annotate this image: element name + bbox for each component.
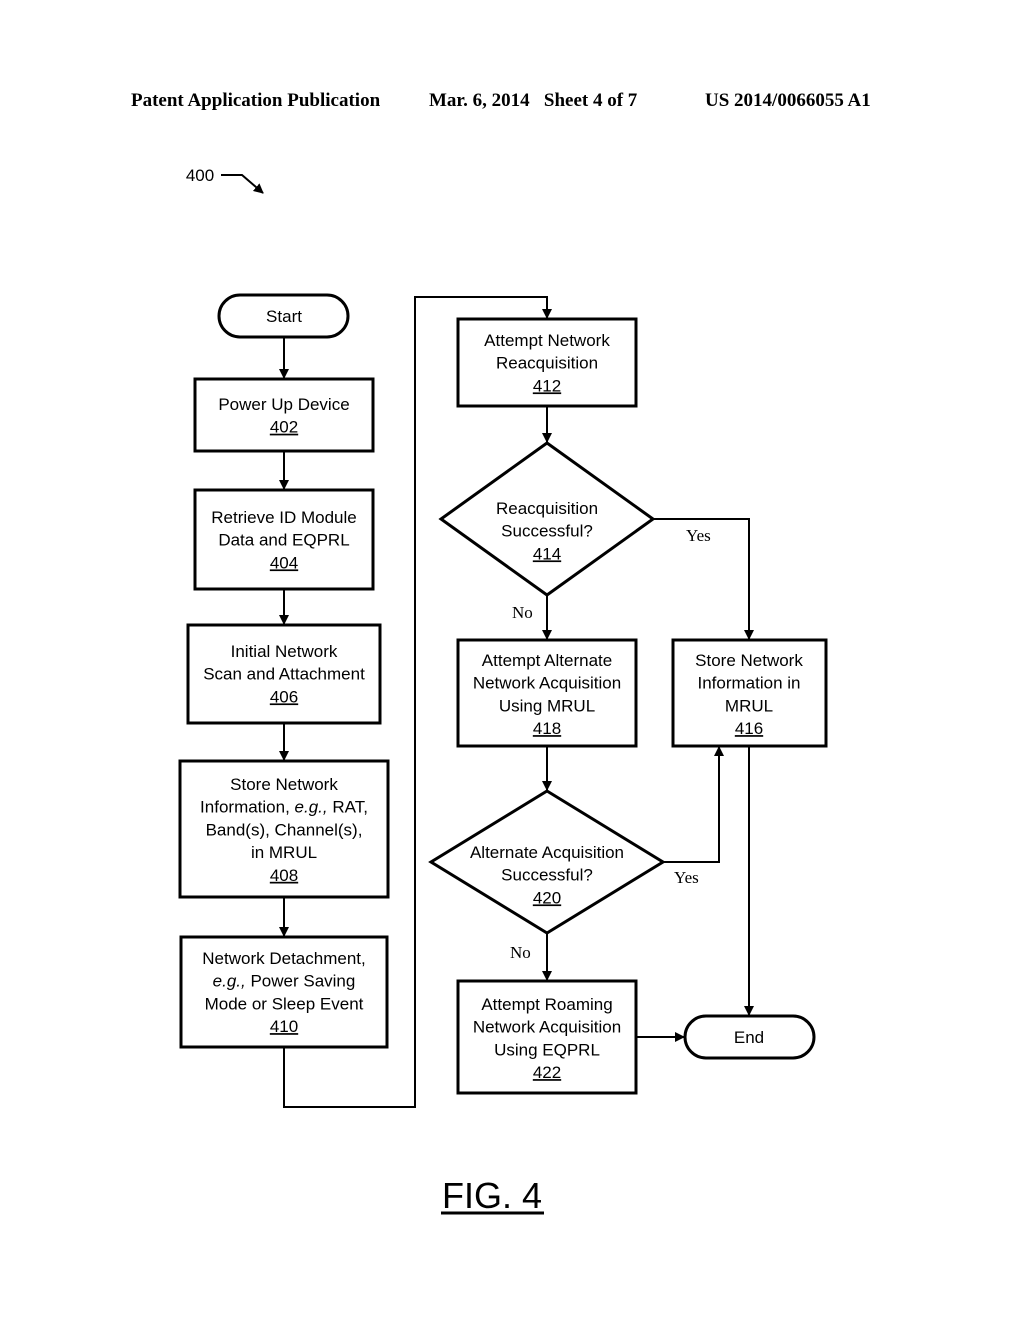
- figure-caption: FIG. 4: [442, 1175, 542, 1216]
- node-label-line: Power Up Device: [218, 395, 349, 414]
- node-label-line: Using EQPRL: [494, 1040, 600, 1059]
- node-label-line: MRUL: [725, 696, 773, 715]
- node-label-line: Mode or Sleep Event: [205, 994, 364, 1013]
- node-ref-number: 410: [270, 1017, 298, 1036]
- node-label-line: Network Detachment,: [202, 949, 365, 968]
- node-ref-number: 402: [270, 418, 298, 437]
- node-label-line: e.g., Power Saving: [213, 972, 356, 991]
- node-label-line: Network Acquisition: [473, 674, 621, 693]
- flowchart: 400 Yes No Yes No Start Power Up Device 40…: [178, 166, 828, 1216]
- node-label-line: Attempt Network: [484, 331, 610, 350]
- node-text-end: End: [734, 1028, 764, 1047]
- node-label-line: Information, e.g., RAT,: [200, 798, 368, 817]
- node-label-line: Reacquisition: [496, 499, 598, 518]
- node-label-line: Initial Network: [231, 642, 338, 661]
- node-ref-number: 412: [533, 376, 561, 395]
- node-ref-number: 418: [533, 719, 561, 738]
- node-label-line: Scan and Attachment: [203, 665, 365, 684]
- node-label-line: End: [734, 1028, 764, 1047]
- node-label-line: Band(s), Channel(s),: [206, 820, 363, 839]
- edge-label-yes-414: Yes: [686, 526, 711, 545]
- node-402: [193, 377, 375, 453]
- node-414: [438, 441, 656, 597]
- node-text-start: Start: [266, 307, 302, 326]
- edge-label-no-414: No: [512, 603, 533, 622]
- node-label-line: Store Network: [695, 651, 803, 670]
- node-label-line: Alternate Acquisition: [470, 843, 624, 862]
- edge-420-416-yes: [663, 746, 724, 863]
- node-label-line: Reacquisition: [496, 354, 598, 373]
- node-420: [428, 789, 666, 935]
- node-label-line: Start: [266, 307, 302, 326]
- node-label-line: Network Acquisition: [473, 1018, 621, 1037]
- node-label-line: Attempt Roaming: [481, 995, 612, 1014]
- node-label-line: Successful?: [501, 522, 593, 541]
- node-ref-number: 422: [533, 1063, 561, 1082]
- node-label-line: Successful?: [501, 866, 593, 885]
- edge-label-yes-420: Yes: [674, 868, 699, 887]
- node-ref-number: 408: [270, 866, 298, 885]
- figure-ref-label: 400: [186, 166, 214, 185]
- node-label-line: Data and EQPRL: [218, 531, 349, 550]
- node-label-line: Using MRUL: [499, 696, 595, 715]
- node-label-line: in MRUL: [251, 843, 317, 862]
- node-label-line: Retrieve ID Module: [211, 508, 357, 527]
- node-label-line: Information in: [698, 674, 801, 693]
- node-ref-number: 404: [270, 553, 298, 572]
- edge-label-no-420: No: [510, 943, 531, 962]
- node-ref-number: 416: [735, 719, 763, 738]
- node-ref-number: 406: [270, 687, 298, 706]
- node-label-line: Store Network: [230, 775, 338, 794]
- node-ref-number: 420: [533, 888, 561, 907]
- node-label-line: Attempt Alternate: [482, 651, 612, 670]
- node-ref-number: 414: [533, 544, 561, 563]
- figure-ref-arrow: [221, 174, 264, 194]
